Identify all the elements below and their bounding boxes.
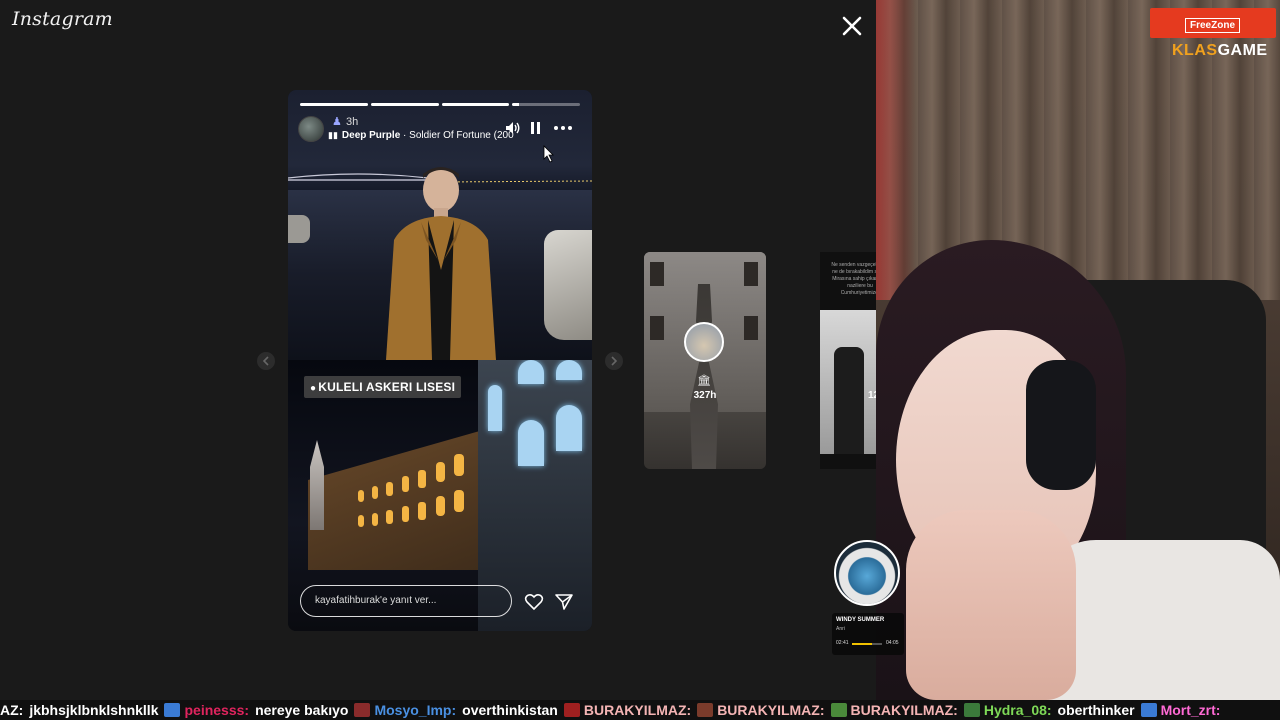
progress-segment [370, 103, 439, 106]
story-music-link[interactable]: ▮▮ Deep Purple · Soldier Of Fortune (200 [328, 130, 514, 141]
close-button[interactable] [838, 12, 866, 40]
chat-username: Mort_zrt: [1160, 702, 1221, 718]
next-story-preview[interactable]: 🏛 327h [644, 252, 766, 469]
preview-timestamp: 327h [693, 390, 717, 401]
chat-message: jkbhsjklbnklshnkllk [29, 702, 159, 718]
story-header: ♟ 3h ▮▮ Deep Purple · Soldier Of Fortune … [298, 114, 588, 144]
logo-part1: KLAS [1172, 42, 1218, 59]
chat-message: oberthinker [1057, 702, 1135, 718]
chat-username: AZ: [0, 702, 24, 718]
chat-emote-icon [1140, 703, 1157, 717]
progress-segment [300, 103, 368, 106]
now-playing-card: WINDY SUMMER Anri 02:41 04:05 [832, 613, 904, 655]
mouse-cursor-icon [543, 145, 554, 163]
story-author-avatar[interactable] [298, 116, 324, 142]
lit-arch-window [556, 405, 582, 451]
ellipsis-icon [554, 126, 572, 130]
preview-author-avatar [684, 322, 724, 362]
chat-username: peinesss: [184, 702, 250, 718]
song-title: WINDY SUMMER [836, 617, 885, 623]
museum-icon: 🏛 [697, 375, 711, 387]
chat-emote-icon [563, 703, 580, 717]
volume-button[interactable] [504, 120, 522, 136]
chevron-left-icon [262, 356, 269, 366]
preview-timestamp: 12 [868, 390, 876, 401]
location-sticker-label: KULELI ASKERI LISESI [318, 380, 456, 394]
pause-icon [531, 122, 540, 134]
song-artist: Anri [836, 626, 845, 632]
previous-story-button[interactable] [257, 352, 275, 370]
chat-username: BURAKYILMAZ: [583, 702, 692, 718]
share-button[interactable] [554, 593, 574, 611]
preview-caption: Ne senden vazgeçebildim ne de bırakabild… [831, 262, 876, 296]
music-artist: Deep Purple [341, 130, 401, 141]
next-story-button[interactable] [605, 352, 623, 370]
total-time: 04:05 [886, 640, 899, 646]
progress-segment-active [512, 103, 580, 106]
instagram-logo[interactable]: Instagram [12, 8, 113, 30]
speaker-icon [506, 122, 520, 134]
instagram-story-viewer: Instagram ♟ 3h ▮▮ Deep Purple · Soldier … [0, 0, 876, 700]
like-button[interactable] [524, 593, 544, 611]
music-separator: · [400, 130, 410, 141]
now-playing-widget: WINDY SUMMER Anri 02:41 04:05 [832, 540, 904, 655]
webcam-feed [876, 0, 1280, 700]
heart-icon [524, 593, 544, 611]
boat-small [288, 215, 310, 243]
far-story-preview[interactable]: Ne senden vazgeçebildim ne de bırakabild… [820, 252, 876, 469]
story-progress-bar [300, 103, 580, 106]
sponsor-label: FreeZone [1185, 18, 1241, 33]
logo-part2: GAME [1217, 42, 1268, 59]
song-progress-fill [852, 643, 872, 645]
chat-username: Hydra_08: [983, 702, 1052, 718]
chat-emote-icon [354, 703, 371, 717]
location-pin-icon: ● [310, 383, 317, 394]
lit-arch-window [556, 360, 582, 380]
streamer-hand [906, 510, 1076, 700]
pin-icon: ♟ [332, 116, 342, 128]
window [650, 262, 664, 286]
chat-username: Mosyo_Imp: [374, 702, 457, 718]
boat [544, 230, 592, 340]
elapsed-time: 02:41 [836, 640, 849, 646]
window [650, 316, 664, 340]
chat-ticker: AZ: jkbhsjklbnklshnkllk peinesss: nereye ba… [0, 700, 1280, 720]
pause-button[interactable] [529, 120, 543, 136]
chat-emote-icon [164, 703, 181, 717]
chat-message: overthinkistan [462, 702, 558, 718]
active-story[interactable]: ♟ 3h ▮▮ Deep Purple · Soldier Of Fortune … [288, 90, 592, 631]
preview-figure [834, 347, 864, 454]
close-icon [842, 16, 862, 36]
chat-emote-icon [830, 703, 847, 717]
clock-tower [310, 440, 324, 530]
chat-emote-icon [963, 703, 980, 717]
chat-message: nereye bakıyo [255, 702, 349, 718]
person-leather-jacket [386, 167, 496, 360]
music-bars-icon: ▮▮ [328, 130, 338, 140]
reply-input[interactable]: kayafatihburak'e yanıt ver... [300, 585, 512, 617]
lit-arch-window [518, 420, 544, 466]
chat-username: BURAKYILMAZ: [717, 702, 825, 718]
send-icon [555, 594, 573, 610]
lit-arch-window [518, 360, 544, 384]
location-sticker[interactable]: ● KULELI ASKERI LISESI [304, 376, 462, 398]
headset-icon [1026, 360, 1096, 490]
lit-arch-window [488, 385, 502, 431]
sponsor-badge: FreeZone [1150, 8, 1276, 38]
story-timestamp: 3h [346, 116, 359, 128]
more-options-button[interactable] [552, 120, 574, 136]
window [744, 316, 758, 340]
progress-segment [441, 103, 510, 106]
red-light [876, 0, 916, 300]
album-art-disc [834, 540, 900, 606]
window [744, 262, 758, 286]
song-progress-bar [852, 643, 882, 645]
music-track: Soldier Of Fortune (200 [409, 130, 514, 141]
chevron-right-icon [611, 356, 618, 366]
channel-logo: KLASGAME [1172, 42, 1268, 60]
chat-emote-icon [697, 703, 714, 717]
chat-username: BURAKYILMAZ: [850, 702, 958, 718]
